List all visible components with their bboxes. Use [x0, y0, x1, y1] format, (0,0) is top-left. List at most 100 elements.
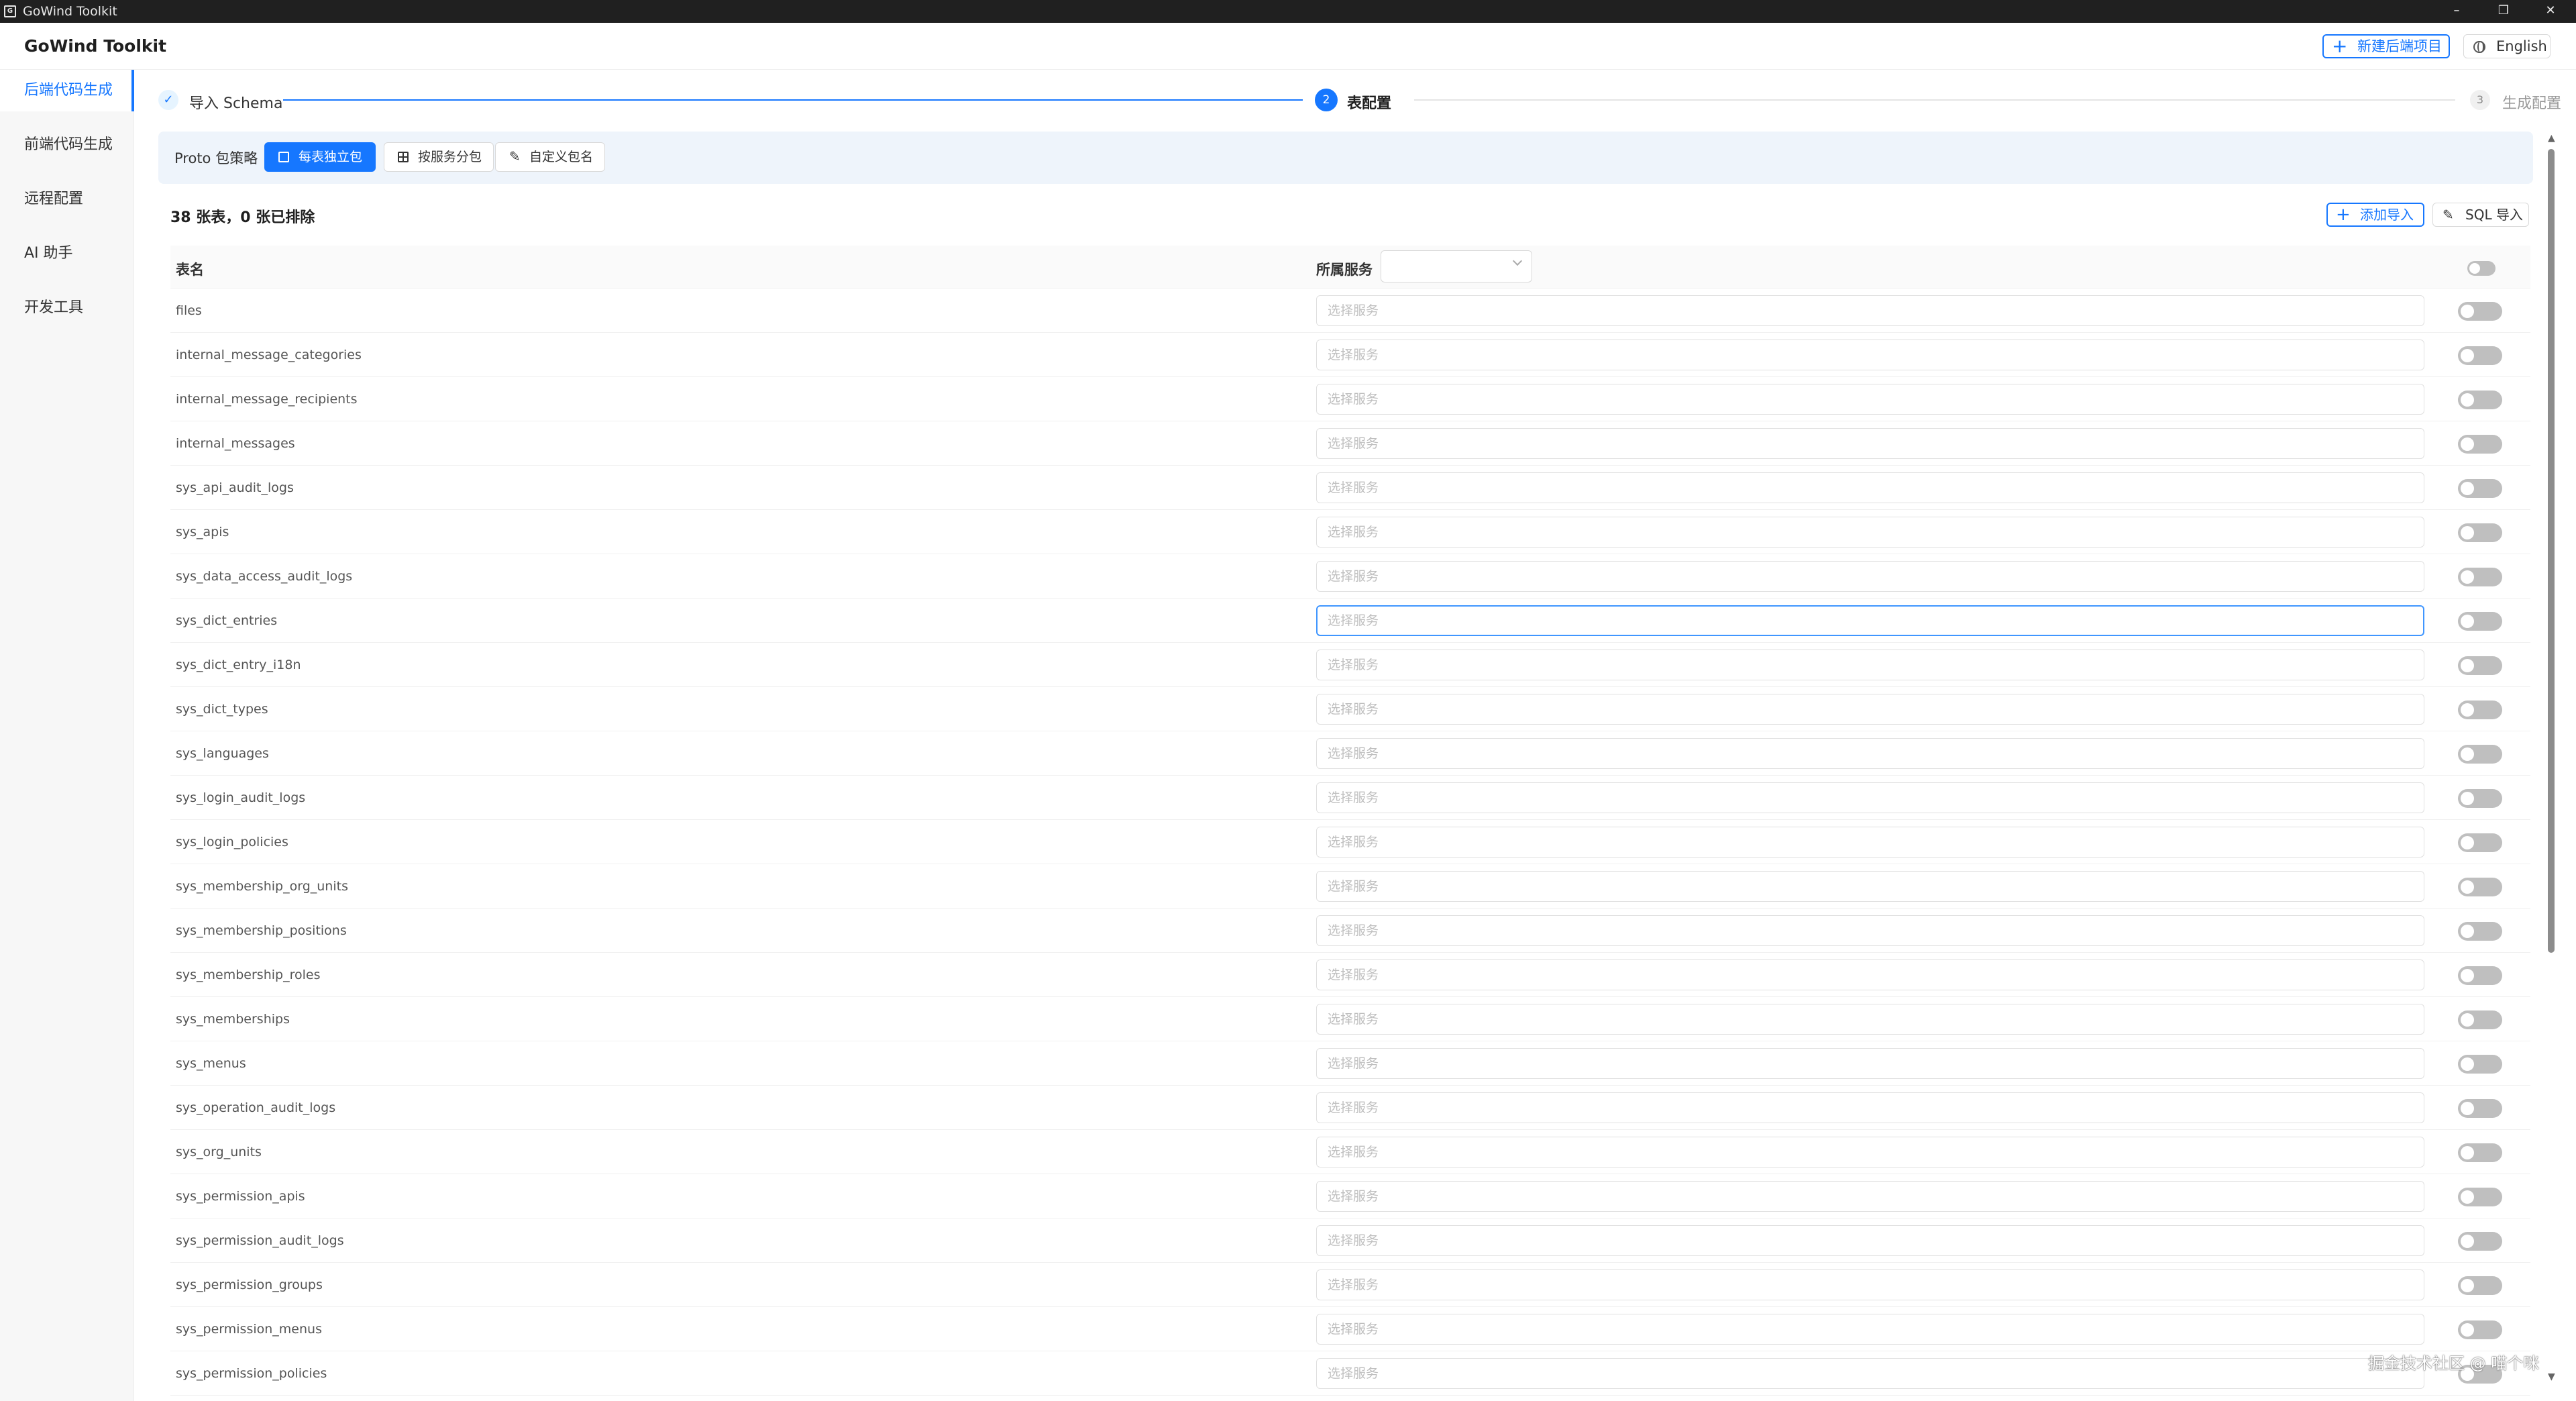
- include-table-switch[interactable]: [2458, 479, 2502, 498]
- scroll-up-icon[interactable]: ▲: [2548, 133, 2555, 144]
- table-row: sys_permission_groups 选择服务: [170, 1263, 2530, 1307]
- service-select[interactable]: 选择服务: [1316, 871, 2424, 902]
- plus-icon: +: [2332, 35, 2348, 57]
- globe-icon: [2473, 41, 2485, 53]
- strategy-by-service-button[interactable]: 按服务分包: [384, 142, 494, 172]
- service-select[interactable]: 选择服务: [1316, 1269, 2424, 1300]
- include-table-switch[interactable]: [2458, 1055, 2502, 1074]
- table-name-cell: sys_login_audit_logs: [176, 790, 306, 805]
- include-table-switch[interactable]: [2458, 789, 2502, 808]
- service-select[interactable]: 选择服务: [1316, 428, 2424, 459]
- sidebar-item-backend-codegen[interactable]: 后端代码生成: [0, 70, 134, 111]
- service-select[interactable]: 选择服务: [1316, 915, 2424, 946]
- table-row: sys_org_units 选择服务: [170, 1130, 2530, 1174]
- service-select[interactable]: 选择服务: [1316, 472, 2424, 503]
- service-select[interactable]: 选择服务: [1316, 340, 2424, 370]
- app-header: GoWind Toolkit + 新建后端项目 English: [0, 23, 2576, 70]
- bulk-service-select[interactable]: [1381, 250, 1532, 282]
- service-select[interactable]: 选择服务: [1316, 561, 2424, 592]
- service-select[interactable]: 选择服务: [1316, 694, 2424, 725]
- include-table-switch[interactable]: [2458, 656, 2502, 675]
- sidebar: 后端代码生成 前端代码生成 远程配置 AI 助手 开发工具: [0, 70, 134, 1401]
- include-table-switch[interactable]: [2458, 1276, 2502, 1295]
- service-select[interactable]: 选择服务: [1316, 1092, 2424, 1123]
- scrollbar-thumb[interactable]: [2548, 149, 2555, 953]
- table-name-cell: sys_membership_roles: [176, 968, 321, 982]
- new-backend-project-button[interactable]: + 新建后端项目: [2322, 34, 2450, 58]
- table-row: sys_permission_menus 选择服务: [170, 1307, 2530, 1351]
- window-title: GoWind Toolkit: [23, 4, 117, 19]
- include-table-switch[interactable]: [2458, 878, 2502, 896]
- minimize-icon[interactable]: –: [2436, 0, 2477, 23]
- maximize-icon[interactable]: ❐: [2483, 0, 2524, 23]
- service-select[interactable]: 选择服务: [1316, 650, 2424, 680]
- include-table-switch[interactable]: [2458, 922, 2502, 941]
- table-row: sys_operation_audit_logs 选择服务: [170, 1086, 2530, 1130]
- table-row: sys_permission_apis 选择服务: [170, 1174, 2530, 1218]
- add-import-button[interactable]: + 添加导入: [2326, 203, 2424, 227]
- service-select[interactable]: 选择服务: [1316, 1137, 2424, 1168]
- service-select[interactable]: 选择服务: [1316, 1314, 2424, 1345]
- close-icon[interactable]: ✕: [2530, 0, 2571, 23]
- table-name-cell: internal_message_categories: [176, 348, 362, 362]
- include-table-switch[interactable]: [2458, 612, 2502, 631]
- watermark: 掘金技术社区 @ 喵个咪: [2368, 1354, 2540, 1373]
- service-select[interactable]: 选择服务: [1316, 1358, 2424, 1389]
- include-table-switch[interactable]: [2458, 1188, 2502, 1206]
- strategy-custom-name-button[interactable]: ✎ 自定义包名: [495, 142, 605, 172]
- service-select[interactable]: 选择服务: [1316, 738, 2424, 769]
- table-row: sys_permission_audit_logs 选择服务: [170, 1218, 2530, 1263]
- include-table-switch[interactable]: [2458, 1320, 2502, 1339]
- service-select[interactable]: 选择服务: [1316, 1225, 2424, 1256]
- table-row: sys_membership_roles 选择服务: [170, 953, 2530, 997]
- include-table-switch[interactable]: [2458, 346, 2502, 365]
- include-table-switch[interactable]: [2458, 1010, 2502, 1029]
- include-table-switch[interactable]: [2458, 966, 2502, 985]
- service-select[interactable]: 选择服务: [1316, 827, 2424, 858]
- toggle-all-switch[interactable]: [2467, 261, 2496, 276]
- table-name-cell: sys_operation_audit_logs: [176, 1100, 336, 1115]
- sidebar-item-ai-assistant[interactable]: AI 助手: [0, 233, 134, 274]
- include-table-switch[interactable]: [2458, 701, 2502, 719]
- include-table-switch[interactable]: [2458, 302, 2502, 321]
- window-titlebar: G GoWind Toolkit – ❐ ✕: [0, 0, 2576, 23]
- service-select[interactable]: 选择服务: [1316, 1048, 2424, 1079]
- include-table-switch[interactable]: [2458, 1232, 2502, 1251]
- step1-check-icon[interactable]: ✓: [158, 90, 178, 110]
- table-row: sys_login_policies 选择服务: [170, 820, 2530, 864]
- include-table-switch[interactable]: [2458, 1143, 2502, 1162]
- sidebar-item-frontend-codegen[interactable]: 前端代码生成: [0, 124, 134, 166]
- include-table-switch[interactable]: [2458, 833, 2502, 852]
- include-table-switch[interactable]: [2458, 568, 2502, 586]
- service-select[interactable]: 选择服务: [1316, 295, 2424, 326]
- include-table-switch[interactable]: [2458, 391, 2502, 409]
- table-name-cell: sys_api_audit_logs: [176, 480, 294, 495]
- table-name-cell: sys_permission_groups: [176, 1278, 323, 1292]
- table-name-cell: sys_membership_positions: [176, 923, 347, 938]
- service-select[interactable]: 选择服务: [1316, 517, 2424, 548]
- sidebar-item-remote-config[interactable]: 远程配置: [0, 178, 134, 220]
- table-icon: [278, 152, 289, 162]
- table-row: sys_permission_policies 选择服务: [170, 1351, 2530, 1396]
- include-table-switch[interactable]: [2458, 745, 2502, 764]
- service-select[interactable]: 选择服务: [1316, 959, 2424, 990]
- service-select[interactable]: 选择服务: [1316, 1004, 2424, 1035]
- service-select[interactable]: 选择服务: [1316, 384, 2424, 415]
- service-select[interactable]: 选择服务: [1316, 605, 2424, 636]
- table-row: sys_dict_entry_i18n 选择服务: [170, 643, 2530, 687]
- table-row: sys_dict_entries 选择服务: [170, 599, 2530, 643]
- table-body: files 选择服务 internal_message_categories 选择服务…: [170, 289, 2530, 1401]
- service-select[interactable]: 选择服务: [1316, 1181, 2424, 1212]
- language-button[interactable]: English: [2463, 34, 2551, 58]
- strategy-per-table-button[interactable]: 每表独立包: [264, 142, 376, 172]
- step1-label[interactable]: 导入 Schema: [189, 91, 282, 113]
- sidebar-item-dev-tools[interactable]: 开发工具: [0, 287, 134, 329]
- grid-icon: [398, 152, 409, 162]
- include-table-switch[interactable]: [2458, 1099, 2502, 1118]
- table-row: internal_message_recipients 选择服务: [170, 377, 2530, 421]
- sql-import-button[interactable]: ✎ SQL 导入: [2432, 203, 2529, 227]
- scroll-down-icon[interactable]: ▼: [2548, 1371, 2555, 1382]
- service-select[interactable]: 选择服务: [1316, 782, 2424, 813]
- include-table-switch[interactable]: [2458, 523, 2502, 542]
- include-table-switch[interactable]: [2458, 435, 2502, 454]
